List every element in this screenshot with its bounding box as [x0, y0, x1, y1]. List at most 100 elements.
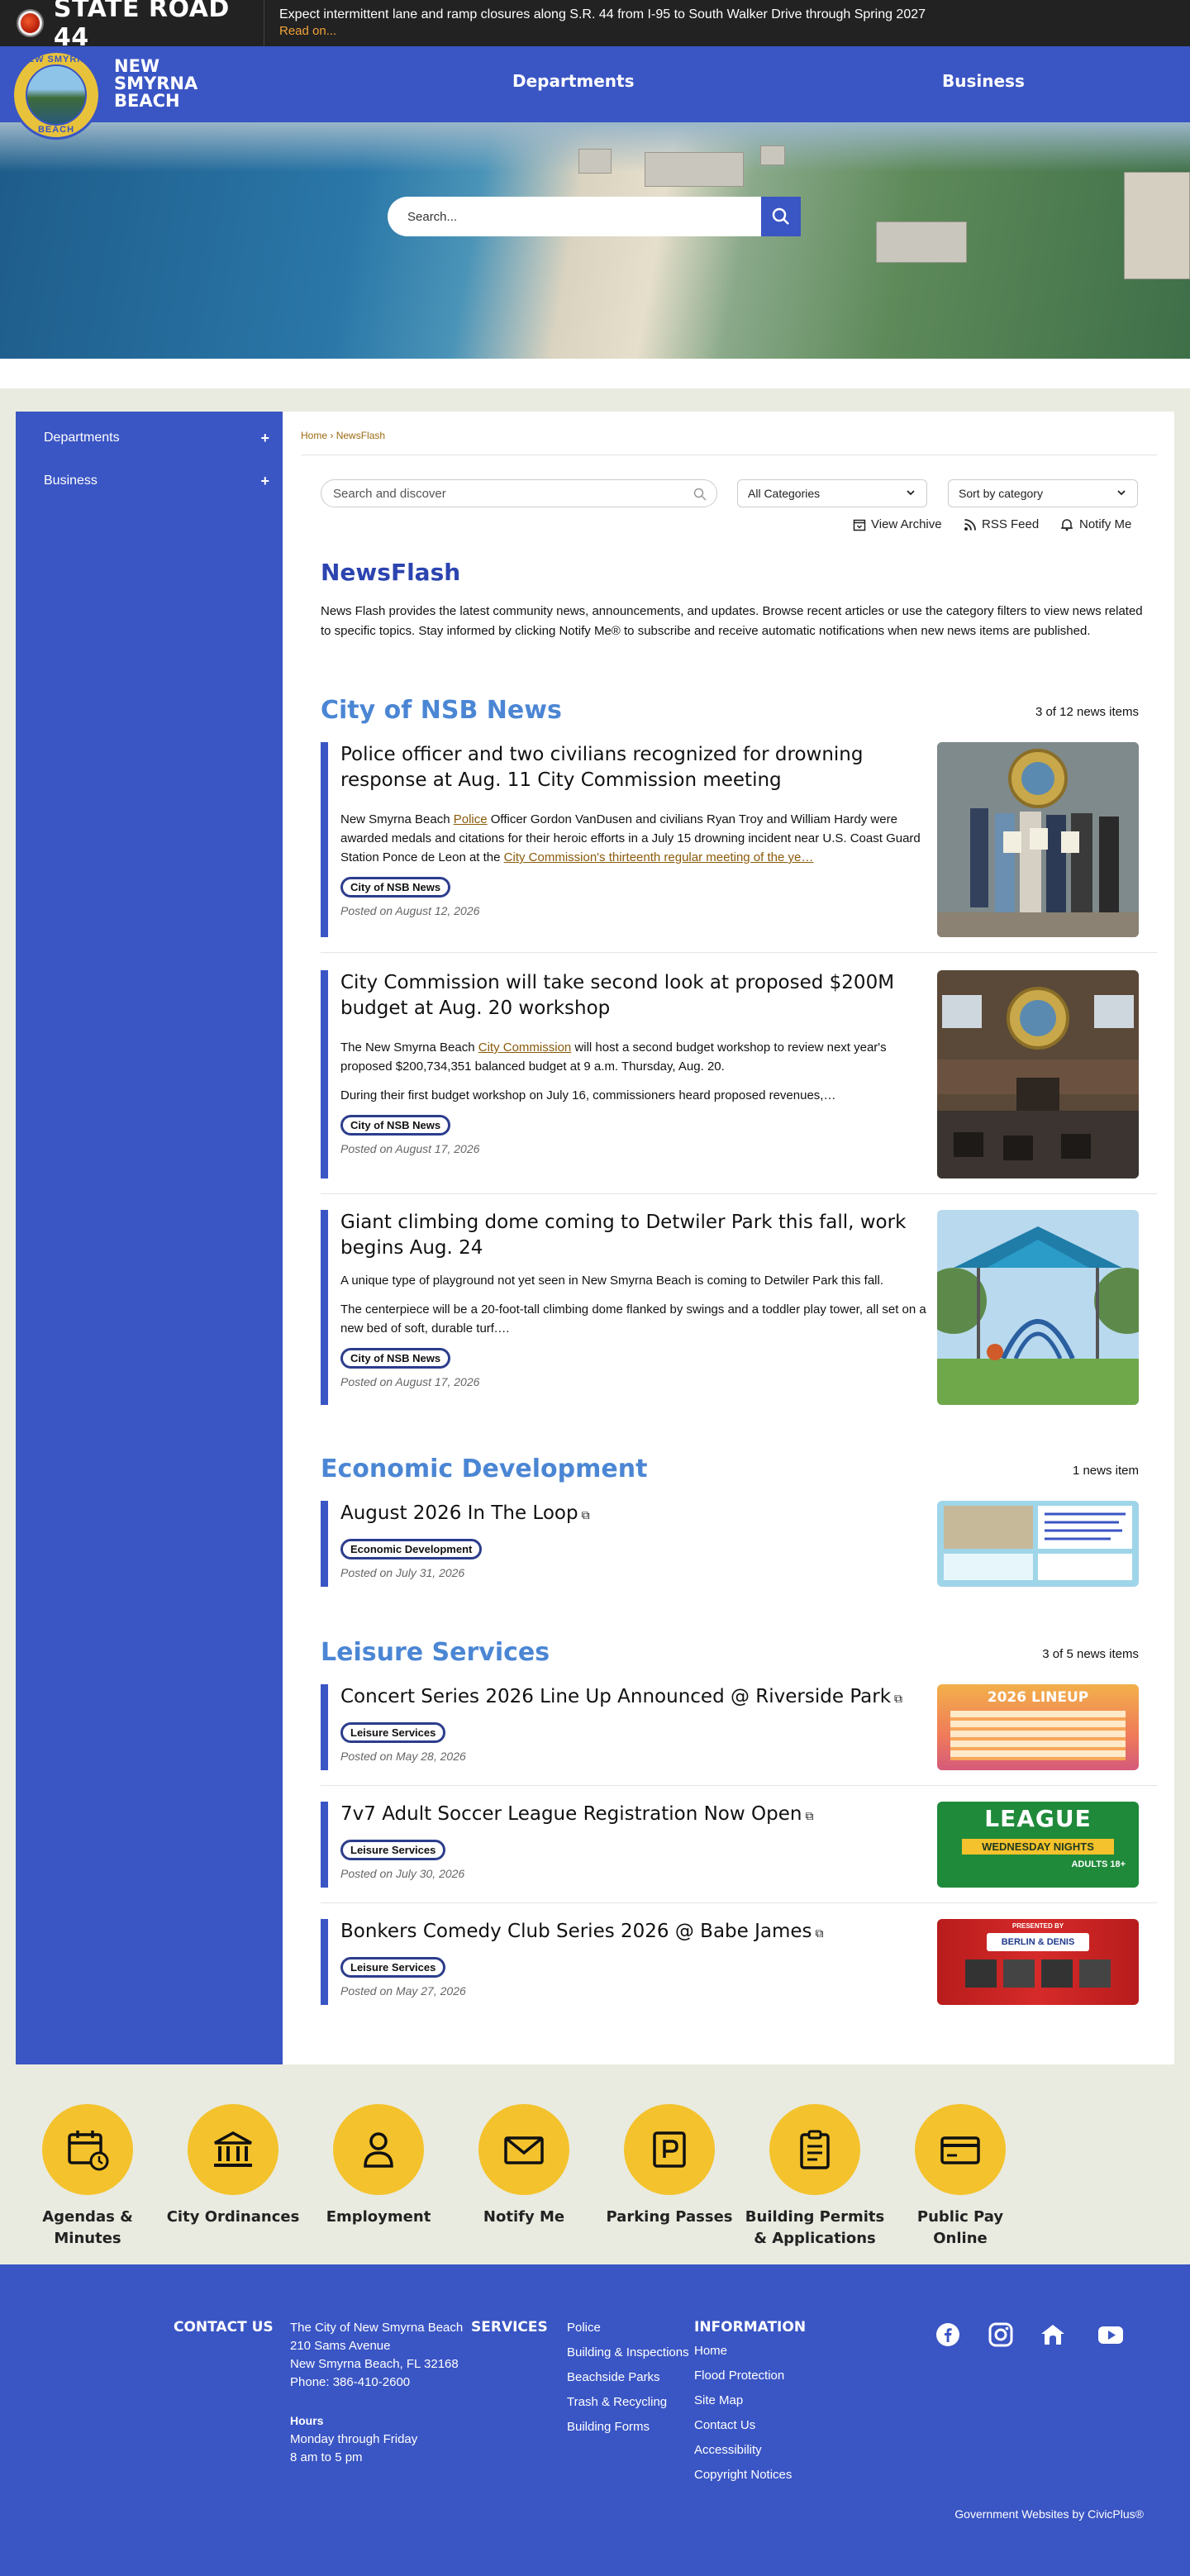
- article-body: Bonkers Comedy Club Series 2026 @ Babe J…: [340, 1919, 927, 1997]
- section-count: 3 of 12 news items: [1035, 705, 1139, 719]
- article-title-link[interactable]: Concert Series 2026 Line Up Announced @ …: [340, 1686, 902, 1707]
- sort-select-value: Sort by category: [959, 487, 1043, 500]
- quick-link-parking[interactable]: Parking Passes: [599, 2104, 740, 2228]
- facebook-icon[interactable]: [935, 2322, 960, 2351]
- quick-link-notify[interactable]: Notify Me: [454, 2104, 594, 2228]
- article-title: 7v7 Adult Soccer League Registration Now…: [340, 1803, 802, 1825]
- quick-link-circle: [188, 2104, 278, 2195]
- footer-contact-line: 210 Sams Avenue: [290, 2339, 391, 2353]
- article-image[interactable]: [937, 742, 1139, 937]
- presented-by-text: PRESENTED BY: [1011, 1922, 1064, 1930]
- footer-info-link[interactable]: Copyright Notices: [694, 2466, 792, 2484]
- nav-departments[interactable]: Departments: [512, 71, 635, 91]
- footer-info-link[interactable]: Contact Us: [694, 2416, 755, 2435]
- sidebar-item-label: Business: [44, 474, 98, 488]
- instagram-icon[interactable]: [988, 2322, 1013, 2351]
- article-title-link[interactable]: Police officer and two civilians recogni…: [340, 742, 927, 793]
- category-tag[interactable]: City of NSB News: [340, 877, 451, 898]
- content-area: Home › NewsFlash Search and discover All…: [283, 412, 1174, 2064]
- quick-link-permits[interactable]: Building Permits & Applications: [745, 2104, 885, 2250]
- footer-service-link[interactable]: Beachside Parks: [567, 2369, 660, 2387]
- footer-info-link[interactable]: Home: [694, 2342, 727, 2360]
- rss-feed-link[interactable]: RSS Feed: [964, 517, 1039, 531]
- alert-label: STATE ROAD 44: [0, 0, 264, 52]
- credit-card-icon: [940, 2136, 980, 2164]
- article-title-link[interactable]: City Commission will take second look at…: [340, 970, 927, 1021]
- article-image[interactable]: [937, 1501, 1139, 1587]
- article-image[interactable]: [937, 970, 1139, 1178]
- sort-select[interactable]: Sort by category: [948, 479, 1138, 507]
- site-search-input[interactable]: Search...: [388, 197, 761, 236]
- quick-link-label: Parking Passes: [606, 2208, 733, 2226]
- police-link[interactable]: Police: [454, 812, 488, 826]
- article-title: Bonkers Comedy Club Series 2026 @ Babe J…: [340, 1921, 812, 1942]
- article-body: August 2026 In The Loop ⧉ Economic Develo…: [340, 1501, 927, 1579]
- breadcrumb-home[interactable]: Home: [301, 430, 327, 441]
- plus-icon[interactable]: +: [260, 430, 269, 447]
- quick-link-ordinances[interactable]: City Ordinances: [163, 2104, 303, 2228]
- footer-service-link[interactable]: Building Forms: [567, 2418, 650, 2436]
- quick-link-agendas[interactable]: Agendas & Minutes: [17, 2104, 158, 2250]
- quick-link-pay-online[interactable]: Public Pay Online: [890, 2104, 1031, 2250]
- article-title-link[interactable]: Bonkers Comedy Club Series 2026 @ Babe J…: [340, 1921, 824, 1942]
- article-accent-bar: [321, 1684, 328, 1770]
- category-tag[interactable]: City of NSB News: [340, 1348, 451, 1369]
- article-accent-bar: [321, 742, 328, 937]
- news-article: Bonkers Comedy Club Series 2026 @ Babe J…: [321, 1919, 1139, 2005]
- article-summary: New Smyrna Beach Police Officer Gordon V…: [340, 810, 927, 867]
- city-seal-logo[interactable]: NEW SMYRNA BEACH: [12, 50, 101, 140]
- category-tag[interactable]: City of NSB News: [340, 1115, 451, 1136]
- article-summary-2: During their first budget workshop on Ju…: [340, 1088, 836, 1102]
- site-footer: CONTACT US The City of New Smyrna Beach …: [0, 2264, 1190, 2576]
- nextdoor-icon[interactable]: [1040, 2322, 1066, 2351]
- category-tag[interactable]: Leisure Services: [340, 1957, 446, 1978]
- category-select[interactable]: All Categories: [737, 479, 927, 507]
- footer-hours-line: 8 am to 5 pm: [290, 2450, 363, 2464]
- section-title[interactable]: Leisure Services: [321, 1638, 550, 1667]
- category-tag[interactable]: Leisure Services: [340, 1722, 446, 1743]
- article-image[interactable]: PRESENTED BY BERLIN & DENIS: [937, 1919, 1139, 2005]
- breadcrumb: Home › NewsFlash: [301, 430, 385, 441]
- divider: [321, 952, 1157, 953]
- sidebar-item-business[interactable]: Business +: [16, 459, 283, 502]
- footer-info-link[interactable]: Flood Protection: [694, 2367, 784, 2385]
- youtube-icon[interactable]: [1097, 2322, 1124, 2351]
- quick-link-employment[interactable]: Employment: [308, 2104, 449, 2228]
- article-body: City Commission will take second look at…: [340, 970, 927, 1155]
- view-archive-link[interactable]: View Archive: [853, 517, 942, 531]
- quick-link-circle: [333, 2104, 424, 2195]
- city-commission-link[interactable]: City Commission: [478, 1040, 572, 1055]
- article-title-link[interactable]: August 2026 In The Loop ⧉: [340, 1502, 590, 1524]
- article-image[interactable]: LEAGUE WEDNESDAY NIGHTS ADULTS 18+: [937, 1802, 1139, 1888]
- article-image[interactable]: 2026 LINEUP: [937, 1684, 1139, 1770]
- site-name[interactable]: NEW SMYRNA BEACH: [114, 58, 213, 110]
- notify-me-link[interactable]: Notify Me: [1059, 517, 1131, 531]
- footer-contact-line: The City of New Smyrna Beach: [290, 2321, 464, 2335]
- civicplus-credit[interactable]: Government Websites by CivicPlus®: [954, 2507, 1144, 2521]
- footer-info-link[interactable]: Accessibility: [694, 2441, 762, 2459]
- footer-service-link[interactable]: Trash & Recycling: [567, 2393, 667, 2412]
- footer-service-link[interactable]: Police: [567, 2319, 601, 2337]
- section-title[interactable]: City of NSB News: [321, 696, 562, 725]
- article-title-link[interactable]: Giant climbing dome coming to Detwiler P…: [340, 1210, 927, 1261]
- plus-icon[interactable]: +: [260, 473, 269, 490]
- alert-read-on-link[interactable]: Read on...: [279, 23, 926, 40]
- section-title[interactable]: Economic Development: [321, 1455, 647, 1483]
- main-panel: Departments + Business + Home › NewsFlas…: [16, 412, 1174, 2064]
- footer-phone[interactable]: Phone: 386-410-2600: [290, 2374, 410, 2392]
- site-header: NEW SMYRNA BEACH NEW SMYRNA BEACH Depart…: [0, 46, 1190, 140]
- news-search-input[interactable]: Search and discover: [321, 479, 717, 507]
- footer-info-link[interactable]: Site Map: [694, 2392, 743, 2410]
- wednesday-nights-text: WEDNESDAY NIGHTS: [962, 1839, 1114, 1855]
- category-tag[interactable]: Leisure Services: [340, 1840, 446, 1860]
- commission-meeting-link[interactable]: City Commission's thirteenth regular mee…: [504, 850, 814, 864]
- article-title-link[interactable]: 7v7 Adult Soccer League Registration Now…: [340, 1803, 813, 1825]
- category-tag[interactable]: Economic Development: [340, 1539, 483, 1559]
- site-search-button[interactable]: [761, 197, 801, 236]
- sidebar-item-departments[interactable]: Departments +: [16, 417, 283, 459]
- external-link-icon: ⧉: [581, 1509, 590, 1522]
- article-image[interactable]: [937, 1210, 1139, 1405]
- footer-service-link[interactable]: Building & Inspections: [567, 2344, 689, 2362]
- nav-business[interactable]: Business: [942, 71, 1025, 91]
- footer-contact-line: New Smyrna Beach, FL 32168: [290, 2357, 459, 2371]
